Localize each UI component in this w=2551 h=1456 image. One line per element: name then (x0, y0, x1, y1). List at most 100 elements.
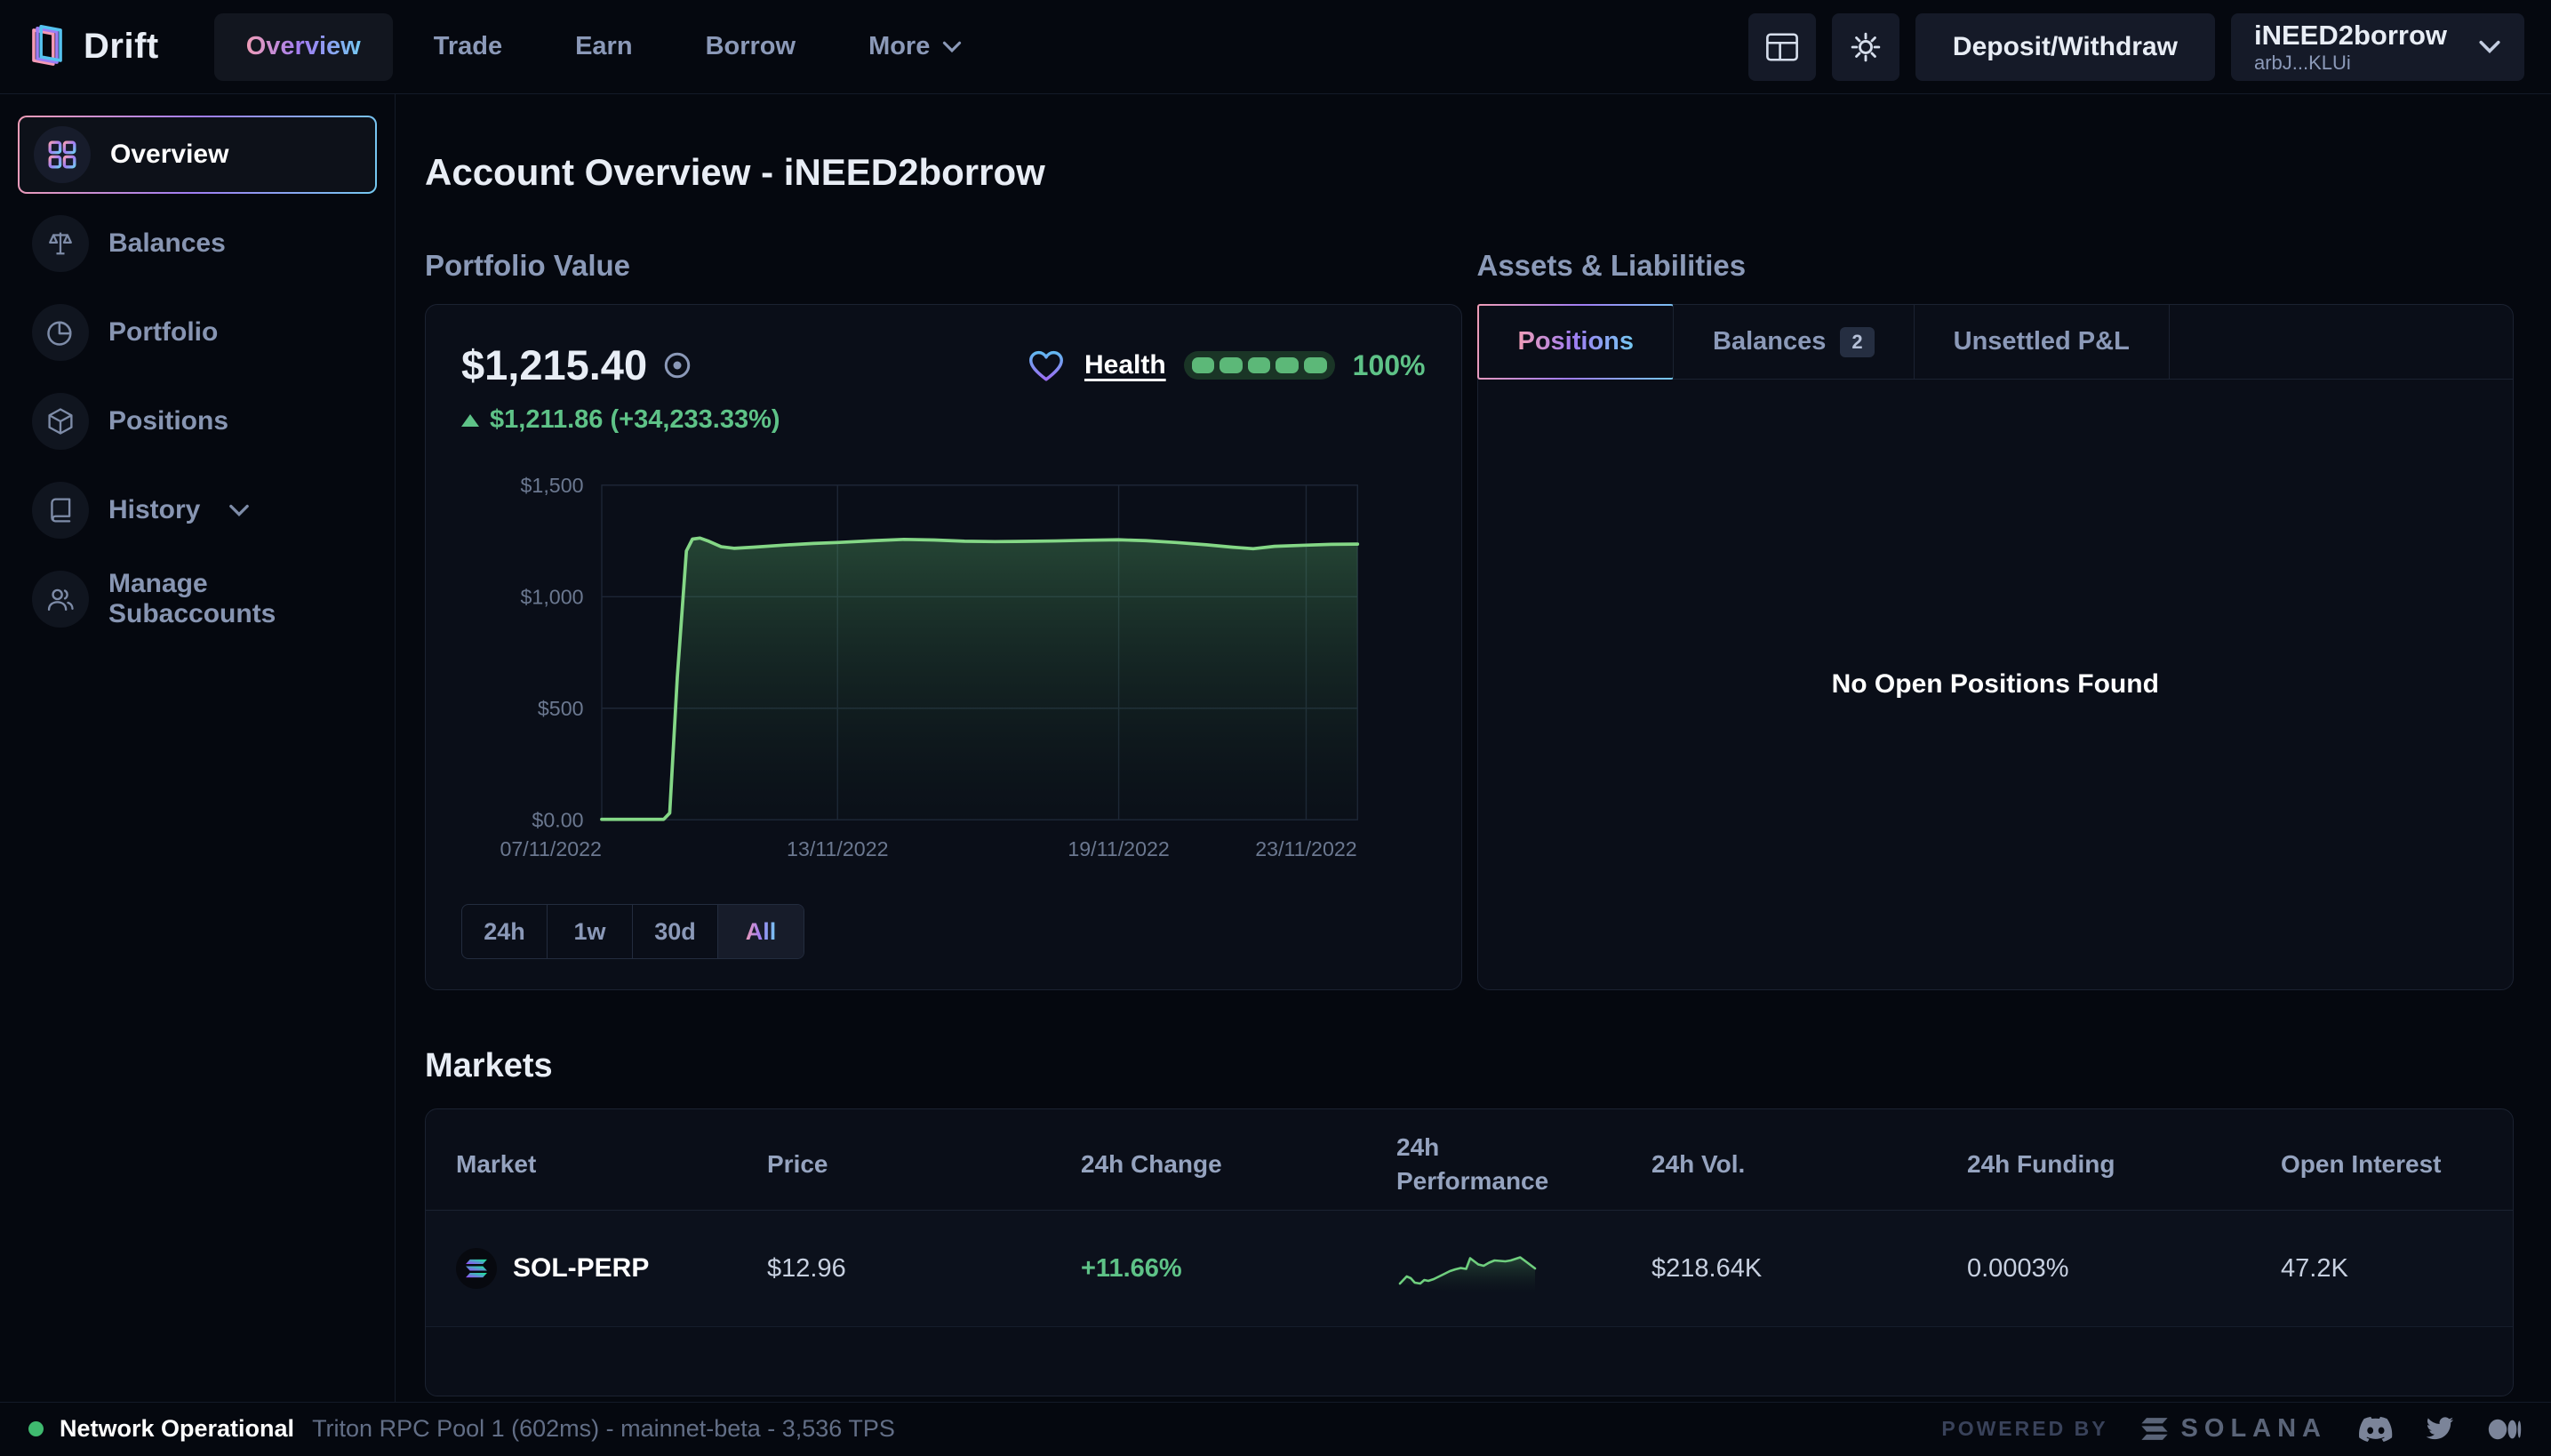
col-market: Market (456, 1139, 767, 1181)
no-positions-message: No Open Positions Found (1478, 380, 2514, 989)
range-30d-label: 30d (654, 918, 696, 946)
range-all-button[interactable]: All (718, 905, 804, 958)
tab-balances[interactable]: Balances 2 (1674, 305, 1915, 379)
portfolio-change: $1,211.86 (+34,233.33%) (490, 405, 780, 435)
tab-positions[interactable]: Positions (1477, 304, 1675, 380)
drift-logo[interactable]: Drift (27, 24, 159, 70)
tab-balances-label: Balances (1713, 327, 1826, 356)
market-sparkline (1396, 1240, 1539, 1297)
top-nav: Overview Trade Earn Borrow More (214, 13, 995, 81)
table-row-sol-perp[interactable]: SOL-PERP $12.96 +11.66% $218.64K 0.0003%… (426, 1211, 2513, 1327)
deposit-withdraw-button[interactable]: Deposit/Withdraw (1915, 13, 2215, 81)
account-menu-button[interactable]: iNEED2borrow arbJ...KLUi (2231, 13, 2524, 81)
nav-trade[interactable]: Trade (402, 13, 534, 81)
sidebar-item-positions[interactable]: Positions (18, 382, 377, 460)
scale-icon (32, 215, 89, 272)
health-bar (1184, 351, 1335, 380)
sidebar-item-overview[interactable]: Overview (18, 116, 377, 194)
svg-text:13/11/2022: 13/11/2022 (787, 837, 888, 860)
sidebar-item-history[interactable]: History (18, 471, 377, 549)
range-1w-button[interactable]: 1w (548, 905, 633, 958)
market-24h-volume: $218.64K (1651, 1254, 1967, 1284)
col-open-interest: Open Interest (2281, 1139, 2483, 1181)
nav-overview[interactable]: Overview (214, 13, 393, 81)
portfolio-section-label: Portfolio Value (425, 249, 1462, 283)
sidebar-item-balances[interactable]: Balances (18, 204, 377, 283)
drift-logo-icon (27, 24, 68, 70)
range-24h-label: 24h (484, 918, 525, 946)
network-status-dot (28, 1421, 44, 1436)
sidebar-item-label: Overview (110, 140, 228, 171)
users-icon (32, 571, 89, 628)
col-24h-performance: 24h Performance (1396, 1122, 1592, 1198)
account-address: arbJ...KLUi (2254, 52, 2447, 74)
range-24h-button[interactable]: 24h (462, 905, 548, 958)
range-1w-label: 1w (573, 918, 605, 946)
sidebar-item-manage-subaccounts[interactable]: Manage Subaccounts (18, 560, 377, 638)
nav-more-label: More (868, 32, 930, 61)
book-icon (32, 482, 89, 539)
market-24h-funding: 0.0003% (1967, 1254, 2281, 1284)
status-bar: Network Operational Triton RPC Pool 1 (6… (0, 1402, 2551, 1455)
market-open-interest: 47.2K (2281, 1254, 2483, 1284)
market-name: SOL-PERP (513, 1253, 649, 1284)
svg-text:19/11/2022: 19/11/2022 (1068, 837, 1169, 860)
col-24h-change: 24h Change (1081, 1139, 1396, 1181)
svg-text:$1,000: $1,000 (521, 586, 584, 609)
brand-name: Drift (84, 27, 159, 67)
market-24h-change: +11.66% (1081, 1254, 1396, 1284)
topbar-actions: Deposit/Withdraw iNEED2borrow arbJ...KLU… (1748, 13, 2524, 81)
chevron-down-icon (228, 504, 250, 517)
markets-section-label: Markets (425, 1047, 2514, 1085)
assets-tabs: Positions Balances 2 Unsettled P&L (1478, 305, 2514, 380)
portfolio-card: $1,215.40 $1,211.86 (+3 (425, 304, 1462, 990)
heart-icon (1026, 346, 1067, 385)
chevron-down-icon (942, 41, 962, 53)
cube-icon (32, 393, 89, 450)
pie-chart-icon (32, 304, 89, 361)
account-name: iNEED2borrow (2254, 20, 2447, 52)
nav-earn-label: Earn (575, 32, 632, 61)
tab-unsettled-pnl-label: Unsettled P&L (1954, 327, 2130, 356)
assets-liabilities-card: Positions Balances 2 Unsettled P&L No Op… (1477, 304, 2515, 990)
health-label[interactable]: Health (1084, 350, 1166, 380)
sidebar-item-label: Manage Subaccounts (108, 569, 363, 630)
range-30d-button[interactable]: 30d (633, 905, 718, 958)
change-up-icon (461, 414, 479, 427)
gear-icon (1849, 30, 1883, 64)
page-title: Account Overview - iNEED2borrow (425, 151, 2514, 194)
discord-icon[interactable] (2359, 1416, 2393, 1443)
nav-borrow[interactable]: Borrow (674, 13, 828, 81)
range-all-label: All (746, 918, 777, 946)
settings-button[interactable] (1832, 13, 1899, 81)
portfolio-chart[interactable]: $0.00$500$1,000$1,50007/11/202213/11/202… (461, 458, 1426, 883)
topbar: Drift Overview Trade Earn Borrow More (0, 0, 2551, 94)
nav-earn[interactable]: Earn (543, 13, 664, 81)
network-status[interactable]: Network Operational (60, 1415, 294, 1443)
col-24h-vol: 24h Vol. (1651, 1139, 1967, 1181)
eye-icon[interactable] (661, 349, 693, 381)
solana-wordmark: SOLANA (2181, 1414, 2327, 1444)
chevron-down-icon (2478, 40, 2501, 54)
svg-text:$0.00: $0.00 (532, 809, 583, 832)
twitter-icon[interactable] (2425, 1417, 2455, 1442)
solana-logo: SOLANA (2140, 1414, 2327, 1444)
chart-range-selector: 24h 1w 30d All (461, 904, 804, 959)
markets-table-header: Market Price 24h Change 24h Performance … (426, 1109, 2513, 1211)
nav-more[interactable]: More (836, 13, 994, 81)
svg-text:$500: $500 (538, 697, 584, 720)
sidebar-item-portfolio[interactable]: Portfolio (18, 293, 377, 372)
main-content: Account Overview - iNEED2borrow Portfoli… (396, 94, 2551, 1402)
nav-trade-label: Trade (434, 32, 502, 61)
tab-positions-label: Positions (1518, 327, 1635, 356)
svg-text:07/11/2022: 07/11/2022 (500, 837, 601, 860)
sidebar-item-label: Positions (108, 406, 228, 437)
medium-icon[interactable] (2487, 1417, 2523, 1442)
assets-liabilities-section: Assets & Liabilities Positions Balances … (1477, 249, 2515, 990)
sidebar-item-label: Balances (108, 228, 226, 260)
sidebar-item-label: Portfolio (108, 317, 218, 348)
tab-unsettled-pnl[interactable]: Unsettled P&L (1915, 305, 2170, 379)
layout-panels-button[interactable] (1748, 13, 1816, 81)
powered-by-label: POWERED BY (1941, 1417, 2107, 1441)
market-price: $12.96 (767, 1254, 1081, 1284)
